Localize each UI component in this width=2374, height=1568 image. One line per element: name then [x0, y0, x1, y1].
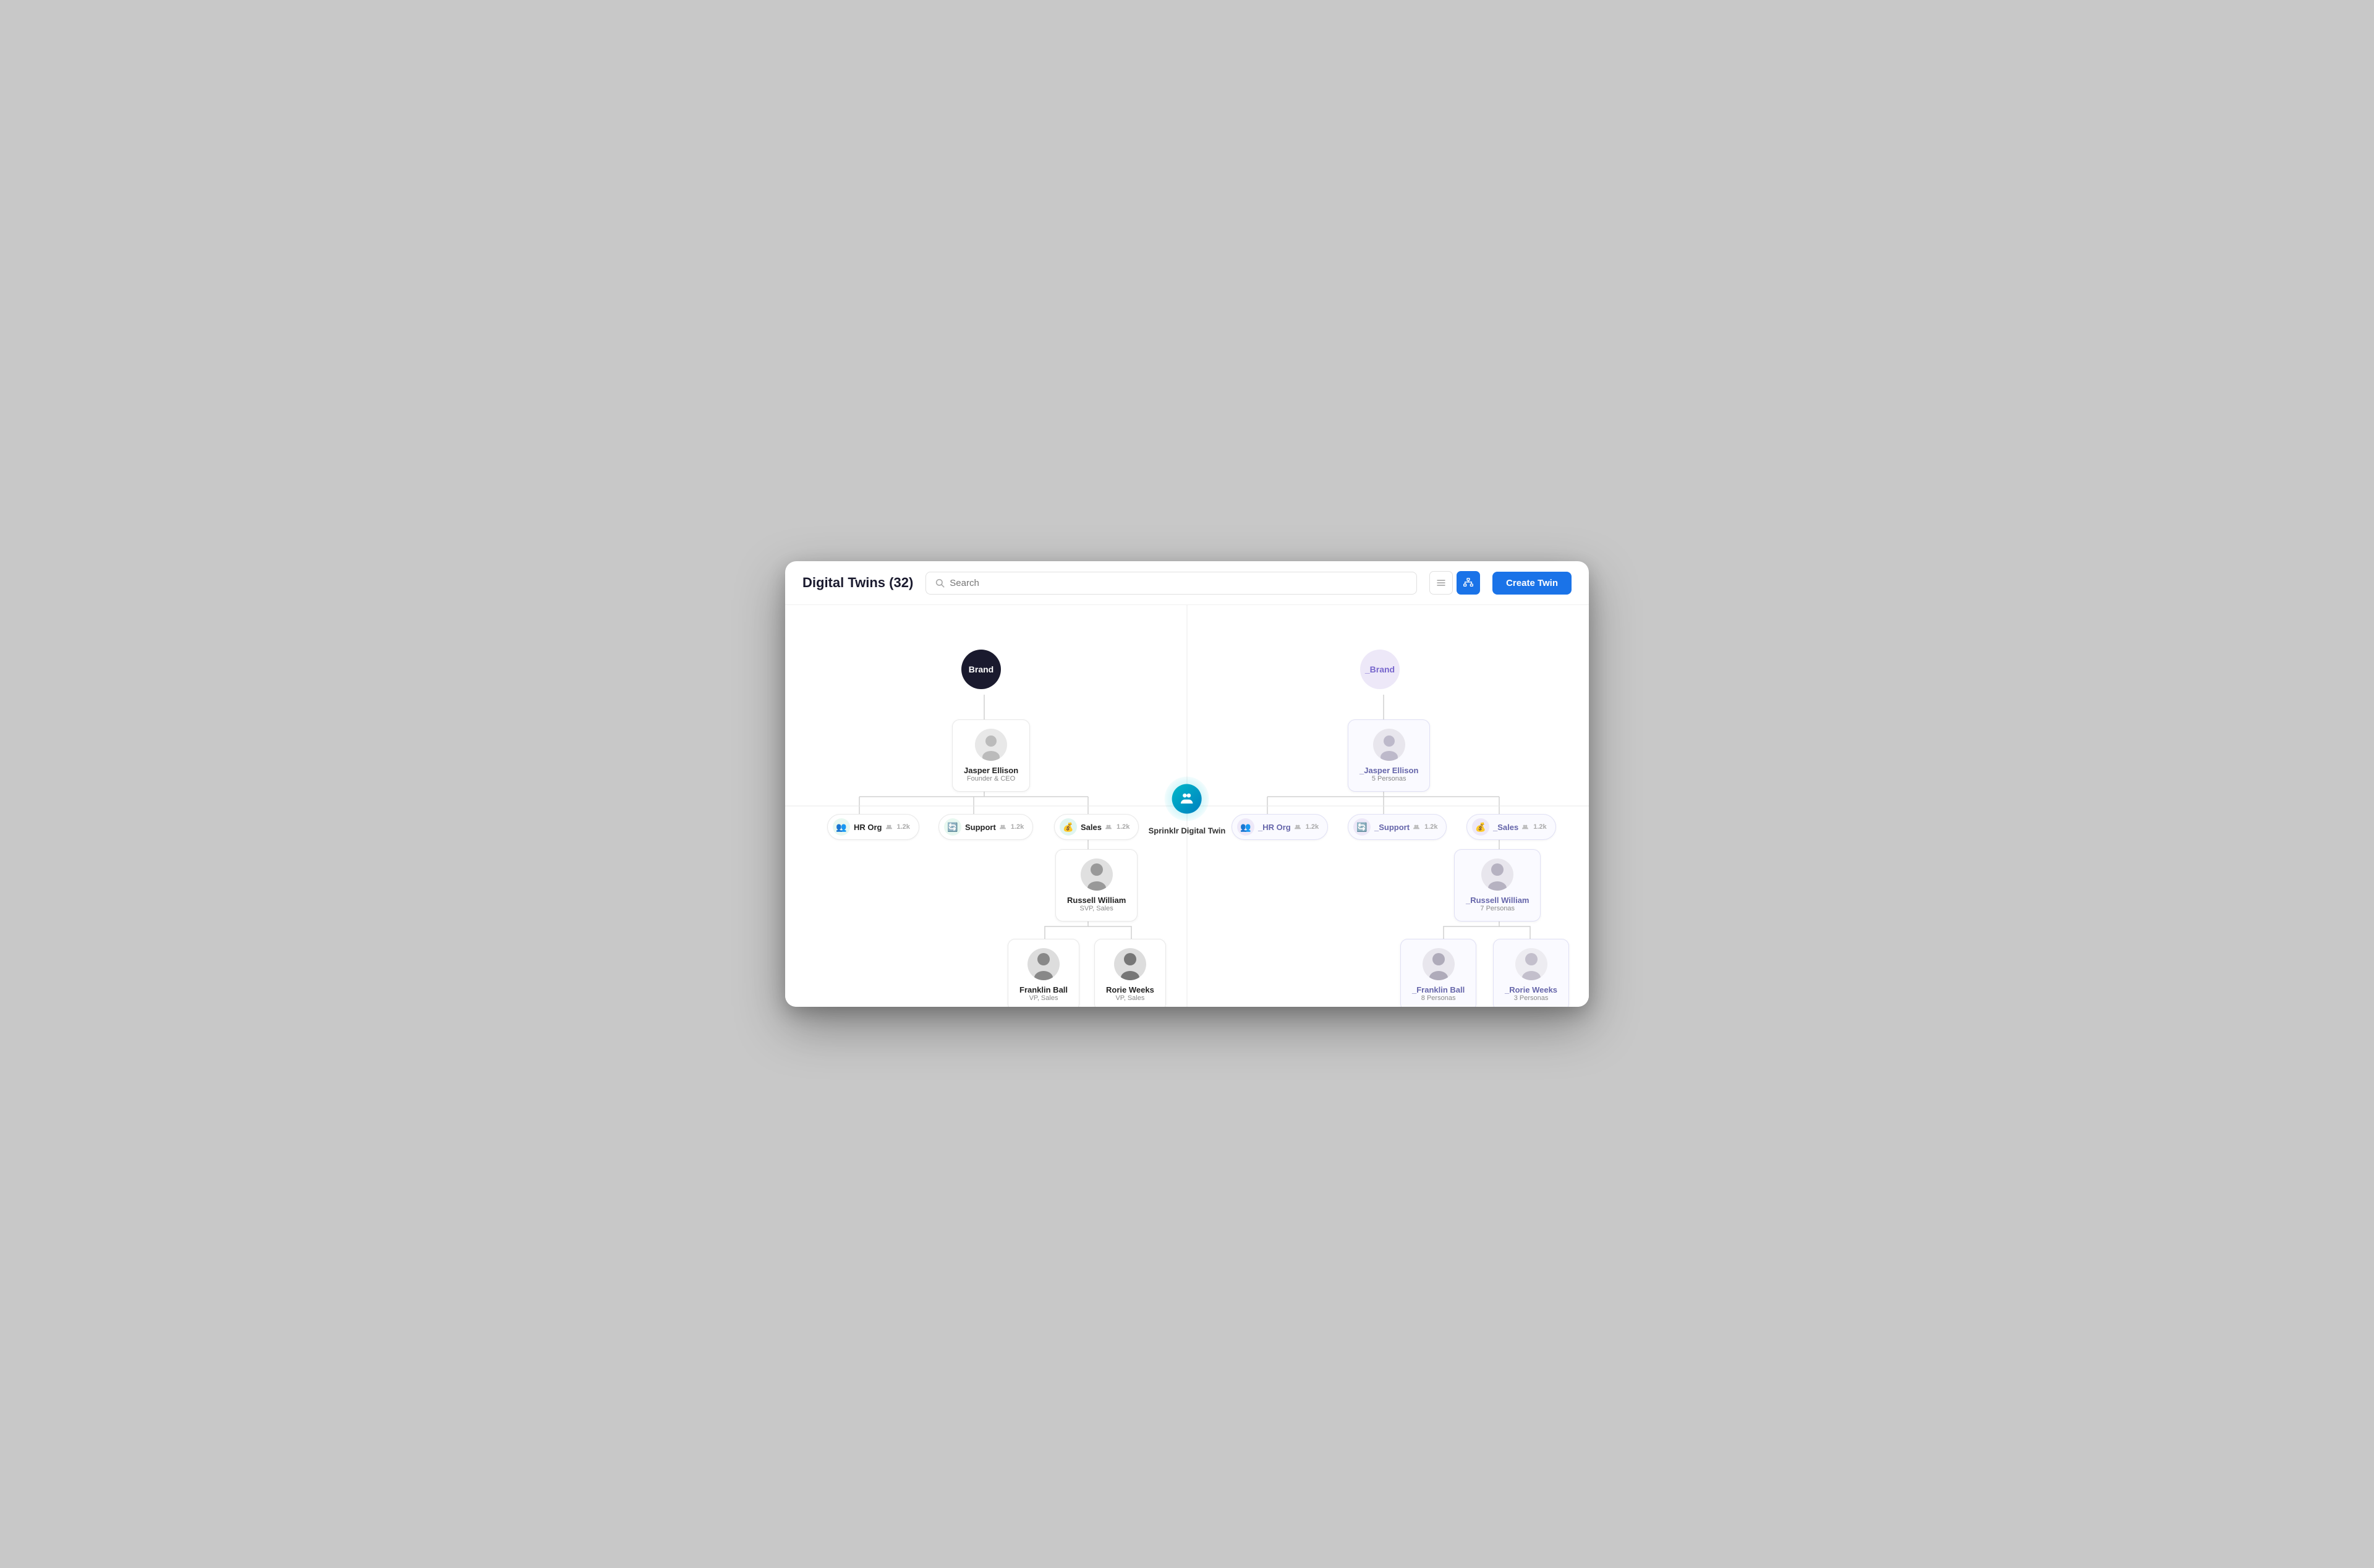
right-root-person[interactable]: _Jasper Ellison 5 Personas [1348, 719, 1430, 792]
search-bar[interactable] [925, 572, 1417, 595]
right-sales-name: _Russell William [1466, 896, 1529, 905]
right-sales-count: 1.2k [1533, 823, 1546, 831]
left-root-name: Jasper Ellison [964, 766, 1018, 775]
right-support-org[interactable]: 🔄 _Support 1.2k [1348, 814, 1447, 840]
right-brand-node: _Brand [1360, 650, 1400, 689]
list-icon [1436, 578, 1446, 588]
left-vp1-avatar [1027, 948, 1060, 980]
right-support-icon: 🔄 [1353, 818, 1371, 836]
left-sales-avatar [1081, 858, 1113, 891]
support-icon: 🔄 [944, 818, 961, 836]
right-sales-person[interactable]: _Russell William 7 Personas [1454, 849, 1541, 922]
app-window: Digital Twins (32) [785, 561, 1589, 1007]
left-sales-person[interactable]: Russell William SVP, Sales [1055, 849, 1138, 922]
right-vp2-avatar [1515, 948, 1547, 980]
right-sales-person-card[interactable]: _Russell William 7 Personas [1454, 849, 1541, 922]
right-sales-chip[interactable]: 💰 _Sales 1.2k [1466, 814, 1556, 840]
right-support-count: 1.2k [1424, 823, 1437, 831]
support-count: 1.2k [1011, 823, 1024, 831]
right-hr-count: 1.2k [1306, 823, 1319, 831]
left-sales-name: Russell William [1067, 896, 1126, 905]
right-hr-icon: 👥 [1237, 818, 1254, 836]
support-label: Support [965, 823, 996, 832]
right-support-label: _Support [1374, 823, 1410, 832]
left-root-person-card[interactable]: Jasper Ellison Founder & CEO [952, 719, 1030, 792]
right-vp2-personas: 3 Personas [1514, 994, 1549, 1002]
left-vp2-title: VP, Sales [1115, 994, 1144, 1002]
left-hr-org[interactable]: 👥 HR Org 1.2k [827, 814, 919, 840]
hr-org-count: 1.2k [897, 823, 910, 831]
right-sales-org[interactable]: 💰 _Sales 1.2k [1466, 814, 1556, 840]
left-root-avatar [975, 729, 1007, 761]
hr-org-icon: 👥 [833, 818, 850, 836]
people-icon3 [1105, 824, 1112, 830]
header: Digital Twins (32) [785, 561, 1589, 605]
left-brand-node: Brand [961, 650, 1001, 689]
right-hr-label: _HR Org [1258, 823, 1291, 832]
right-sales-label: _Sales [1493, 823, 1518, 832]
left-hr-chip[interactable]: 👥 HR Org 1.2k [827, 814, 919, 840]
right-sales-personas: 7 Personas [1480, 905, 1515, 912]
left-vp2-avatar [1114, 948, 1146, 980]
right-root-name: _Jasper Ellison [1359, 766, 1418, 775]
right-sales-icon: 💰 [1472, 818, 1489, 836]
search-input[interactable] [950, 578, 1408, 588]
right-vp1-name: _Franklin Ball [1412, 985, 1465, 994]
left-support-org[interactable]: 🔄 Support 1.2k [938, 814, 1033, 840]
right-vp1-personas: 8 Personas [1421, 994, 1456, 1002]
right-vp1-card[interactable]: _Franklin Ball 8 Personas [1400, 939, 1476, 1007]
page-title: Digital Twins (32) [802, 575, 913, 591]
canvas: Sprinklr Digital Twin Brand Jasper Ellis… [785, 605, 1589, 1007]
tree-view-button[interactable] [1457, 571, 1480, 595]
right-support-chip[interactable]: 🔄 _Support 1.2k [1348, 814, 1447, 840]
people-icon [886, 824, 892, 830]
hierarchy-icon [1463, 578, 1473, 588]
left-sales-chip[interactable]: 💰 Sales 1.2k [1054, 814, 1139, 840]
right-root-person-card[interactable]: _Jasper Ellison 5 Personas [1348, 719, 1430, 792]
left-sales-title: SVP, Sales [1080, 905, 1113, 912]
right-vp1-avatar [1423, 948, 1455, 980]
left-vp2-name: Rorie Weeks [1106, 985, 1154, 994]
center-label: Sprinklr Digital Twin [1149, 826, 1226, 836]
left-vp2-card[interactable]: Rorie Weeks VP, Sales [1094, 939, 1166, 1007]
right-root-personas: 5 Personas [1372, 775, 1406, 782]
left-vp1-title: VP, Sales [1029, 994, 1058, 1002]
view-controls [1429, 571, 1480, 595]
right-vp1[interactable]: _Franklin Ball 8 Personas [1400, 939, 1476, 1007]
right-people-icon2 [1413, 824, 1419, 830]
right-brand-circle: _Brand [1360, 650, 1400, 689]
list-view-button[interactable] [1429, 571, 1453, 595]
left-sales-org[interactable]: 💰 Sales 1.2k [1054, 814, 1139, 840]
search-icon [935, 578, 945, 588]
sales-count: 1.2k [1117, 823, 1130, 831]
left-sales-person-card[interactable]: Russell William SVP, Sales [1055, 849, 1138, 922]
right-vp2-card[interactable]: _Rorie Weeks 3 Personas [1493, 939, 1569, 1007]
left-root-title: Founder & CEO [967, 775, 1015, 782]
right-vp2[interactable]: _Rorie Weeks 3 Personas [1493, 939, 1569, 1007]
left-root-person[interactable]: Jasper Ellison Founder & CEO [952, 719, 1030, 792]
left-brand-circle: Brand [961, 650, 1001, 689]
right-people-icon1 [1295, 824, 1301, 830]
left-vp2[interactable]: Rorie Weeks VP, Sales [1094, 939, 1166, 1007]
center-glow [1165, 777, 1209, 821]
create-twin-button[interactable]: Create Twin [1492, 572, 1572, 595]
people-icon2 [1000, 824, 1006, 830]
left-vp1[interactable]: Franklin Ball VP, Sales [1008, 939, 1079, 1007]
left-vp1-name: Franklin Ball [1019, 985, 1068, 994]
center-node: Sprinklr Digital Twin [1149, 777, 1226, 836]
left-vp1-card[interactable]: Franklin Ball VP, Sales [1008, 939, 1079, 1007]
right-hr-org[interactable]: 👥 _HR Org 1.2k [1232, 814, 1328, 840]
sales-icon: 💰 [1060, 818, 1077, 836]
hr-org-label: HR Org [854, 823, 882, 832]
sales-label: Sales [1081, 823, 1102, 832]
right-hr-chip[interactable]: 👥 _HR Org 1.2k [1232, 814, 1328, 840]
right-people-icon3 [1522, 824, 1528, 830]
sprinklr-icon [1172, 784, 1202, 814]
left-support-chip[interactable]: 🔄 Support 1.2k [938, 814, 1033, 840]
right-vp2-name: _Rorie Weeks [1505, 985, 1557, 994]
right-sales-avatar [1481, 858, 1513, 891]
right-root-avatar [1373, 729, 1405, 761]
